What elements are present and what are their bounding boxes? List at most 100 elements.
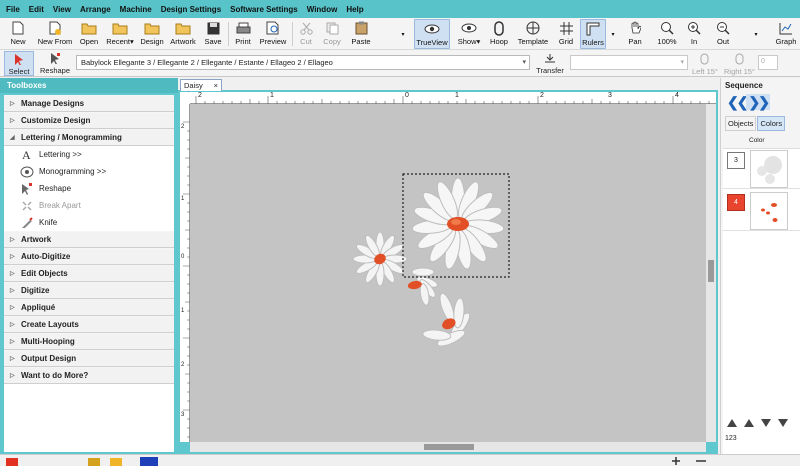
chevron-left-double-icon[interactable]: ❮❮ [727, 94, 749, 110]
vertical-ruler[interactable]: 2 1 0 1 2 3 [180, 104, 190, 442]
section-customize-design[interactable]: ▷ Customize Design [4, 112, 174, 129]
new-button[interactable]: New [6, 19, 30, 49]
section-edit-objects[interactable]: ▷ Edit Objects [4, 265, 174, 282]
preview-label: Preview [259, 37, 287, 46]
graph-button[interactable]: Graph [772, 19, 800, 49]
small-daisy[interactable] [405, 264, 443, 308]
section-create-layouts[interactable]: ▷ Create Layouts [4, 316, 174, 333]
overflow-chevron-3[interactable]: ▾ [752, 19, 760, 49]
copy-button[interactable]: Copy [320, 19, 344, 49]
section-output-design[interactable]: ▷ Output Design [4, 350, 174, 367]
section-digitize[interactable]: ▷ Digitize [4, 282, 174, 299]
secondary-select[interactable]: ▾ [570, 55, 688, 70]
scissors-icon [298, 20, 314, 36]
section-manage-designs[interactable]: ▷ Manage Designs [4, 95, 174, 112]
transfer-button[interactable]: Transfer [534, 51, 566, 76]
expand-arrow-icon: ▷ [10, 254, 15, 260]
tool-break-apart[interactable]: Break Apart [4, 197, 174, 214]
separator [228, 22, 229, 46]
grid-button[interactable]: Grid [555, 19, 577, 49]
folder-open-icon [81, 20, 97, 36]
expand-arrow-icon: ▷ [10, 339, 15, 345]
design-button[interactable]: Design [140, 19, 164, 49]
hoop-button[interactable]: Hoop [488, 19, 510, 49]
horizontal-ruler[interactable]: 2 1 0 1 2 3 4 [190, 92, 716, 104]
print-button[interactable]: Print [232, 19, 254, 49]
select-button[interactable]: Select [4, 51, 34, 76]
large-daisy[interactable] [411, 177, 505, 270]
chevron-right-double-icon[interactable]: ❯❯ [746, 94, 770, 110]
section-artwork[interactable]: ▷ Artwork [4, 231, 174, 248]
tool-monogramming[interactable]: Monogramming >> [4, 163, 174, 180]
tab-colors[interactable]: Colors [757, 116, 786, 131]
paste-button[interactable]: Paste [348, 19, 374, 49]
expand-arrow-icon: ▷ [10, 356, 15, 362]
menu-machine[interactable]: Machine [120, 5, 152, 14]
medium-daisy[interactable] [352, 231, 408, 287]
tool-reshape[interactable]: Reshape [4, 180, 174, 197]
machine-select[interactable]: Babylock Ellegante 3 / Ellegante 2 / Ell… [76, 55, 530, 70]
vertical-scrollbar[interactable] [706, 104, 716, 442]
menu-file[interactable]: File [6, 5, 20, 14]
artwork-button[interactable]: Artwork [168, 19, 198, 49]
rotate-left-button[interactable]: Left 15° [692, 53, 718, 76]
section-label: Digitize [21, 286, 50, 295]
rulers-button[interactable]: Rulers [580, 19, 606, 49]
tool-lettering[interactable]: A Lettering >> [4, 146, 174, 163]
section-want-more[interactable]: ▷ Want to do More? [4, 367, 174, 384]
section-lettering[interactable]: ◢ Lettering / Monogramming [4, 129, 174, 146]
menu-view[interactable]: View [53, 5, 71, 14]
menu-window[interactable]: Window [307, 5, 338, 14]
cut-button[interactable]: Cut [296, 19, 316, 49]
trueview-button[interactable]: TrueView [414, 19, 450, 49]
section-auto-digitize[interactable]: ▷ Auto-Digitize [4, 248, 174, 265]
new-from-button[interactable]: New From [36, 19, 74, 49]
document-tab[interactable]: Daisy Jkt × [180, 79, 222, 99]
knife-icon [20, 216, 34, 230]
design-canvas[interactable] [190, 104, 706, 442]
reshape-tool-button[interactable]: Reshape [38, 51, 72, 76]
zoom-out-button[interactable]: Out [710, 19, 736, 49]
recent-button[interactable]: Recent▾ [105, 19, 135, 49]
section-applique[interactable]: ▷ Appliqué [4, 299, 174, 316]
sequence-number-toggle[interactable]: 123 [725, 435, 737, 442]
ruler-label: 2 [540, 92, 544, 99]
rotate-left-label: Left 15° [692, 67, 718, 76]
tab-objects[interactable]: Objects [725, 116, 757, 131]
preview-button[interactable]: Preview [258, 19, 288, 49]
horizontal-scrollbar[interactable] [190, 442, 706, 452]
expand-arrow-icon: ▷ [10, 118, 15, 124]
menu-software-settings[interactable]: Software Settings [230, 5, 298, 14]
menu-edit[interactable]: Edit [29, 5, 44, 14]
vertical-ruler-ticks [183, 121, 190, 438]
menu-design-settings[interactable]: Design Settings [161, 5, 221, 14]
overflow-chevron-2[interactable]: ▾ [610, 19, 616, 49]
move-last-icon [778, 419, 788, 427]
open-button[interactable]: Open [78, 19, 100, 49]
sequence-row[interactable]: 4 [723, 191, 800, 231]
angle-box[interactable]: 0 [758, 55, 778, 70]
menu-help[interactable]: Help [346, 5, 363, 14]
daisy-design-image[interactable] [190, 104, 706, 442]
artwork-label: Artwork [170, 37, 196, 46]
close-icon[interactable]: × [214, 81, 218, 90]
overflow-chevron[interactable]: ▾ [400, 19, 406, 49]
menu-arrange[interactable]: Arrange [80, 5, 111, 14]
show-button[interactable]: Show▾ [456, 19, 482, 49]
section-label: Want to do More? [21, 371, 89, 380]
sequence-row[interactable]: 3 [723, 149, 800, 189]
tool-knife[interactable]: Knife [4, 214, 174, 231]
trueview-label: TrueView [416, 38, 448, 47]
rotate-right-button[interactable]: Right 15° [724, 53, 755, 76]
horizontal-scroll-thumb[interactable] [424, 444, 474, 450]
chevron-down-icon: ▾ [611, 32, 615, 38]
vertical-scroll-thumb[interactable] [708, 260, 714, 282]
bottom-daisy[interactable] [408, 285, 480, 354]
zoom-100-button[interactable]: 100% [654, 19, 680, 49]
section-multi-hooping[interactable]: ▷ Multi-Hooping [4, 333, 174, 350]
zoom-in-button[interactable]: In [685, 19, 703, 49]
sequence-arrows [725, 418, 795, 428]
save-button[interactable]: Save [202, 19, 224, 49]
pan-button[interactable]: Pan [624, 19, 646, 49]
template-button[interactable]: Template [516, 19, 550, 49]
